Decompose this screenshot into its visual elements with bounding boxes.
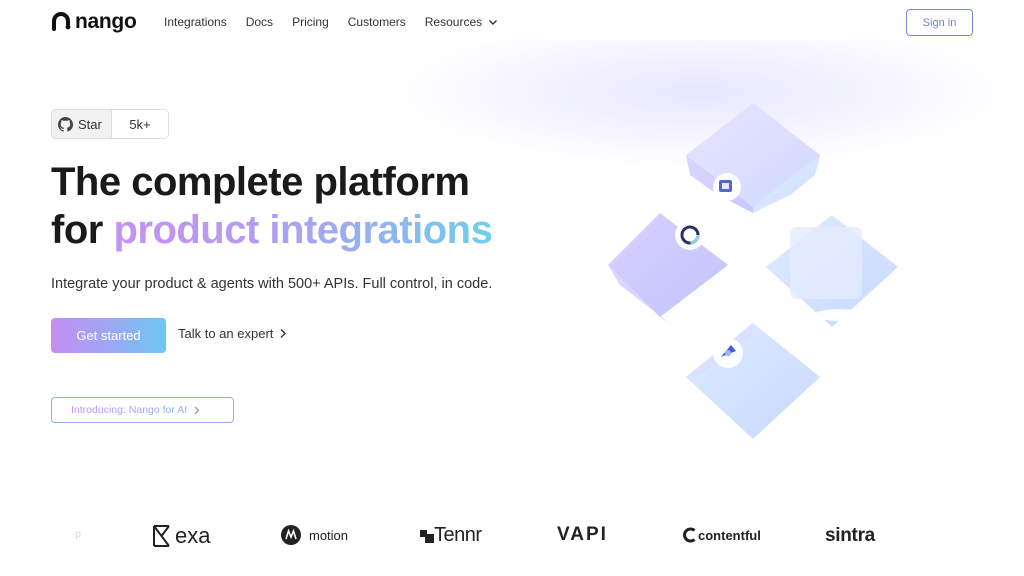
nav-integrations[interactable]: Integrations <box>164 15 227 29</box>
cube-top <box>686 103 820 213</box>
sign-in-button[interactable]: Sign in <box>906 9 973 36</box>
customer-logos: ·p exa motion Tennr VAPI contentful sint… <box>0 515 1024 559</box>
top-nav: nango Integrations Docs Pricing Customer… <box>0 0 1024 48</box>
contentful-mark-icon <box>683 527 696 543</box>
announcement-banner[interactable]: Introducing: Nango for AI <box>51 397 234 423</box>
tennr-wordmark: Tennr <box>434 524 482 546</box>
github-star-button[interactable]: Star 5k+ <box>51 109 169 139</box>
github-star-left: Star <box>52 110 111 138</box>
hero-title: The complete platform for product integr… <box>51 158 493 254</box>
motion-mark-icon <box>281 525 301 545</box>
integration-cubes-illustration <box>608 103 898 439</box>
tennr-mark-icon <box>420 529 434 543</box>
github-icon <box>58 116 73 132</box>
vapi-wordmark: VAPI <box>557 524 608 545</box>
exa-wordmark: exa <box>175 523 211 548</box>
star-label: Star <box>78 116 102 132</box>
talk-to-expert-link[interactable]: Talk to an expert <box>178 326 287 341</box>
main-menu: Integrations Docs Pricing Customers Reso… <box>164 15 517 29</box>
nav-resources-label: Resources <box>424 15 483 29</box>
nav-customers[interactable]: Customers <box>348 15 406 29</box>
chevron-down-icon <box>489 20 498 25</box>
logo-tennr: Tennr <box>420 524 482 547</box>
cube-right <box>766 215 898 327</box>
logo-contentful: contentful <box>682 527 761 543</box>
sintra-wordmark: sintra <box>825 525 875 546</box>
chevron-right-icon <box>280 329 287 338</box>
nango-logo-icon <box>52 12 71 31</box>
hero-subtitle: Integrate your product & agents with 500… <box>51 276 493 292</box>
talk-to-expert-label: Talk to an expert <box>178 326 274 341</box>
brand-name: nango <box>75 10 137 33</box>
chevron-right-icon <box>194 406 200 414</box>
hero-title-highlight: product integrations <box>113 208 493 252</box>
cube-bottom <box>686 323 820 439</box>
logo-sintra: sintra <box>825 525 875 547</box>
nango-logo[interactable]: nango <box>51 10 137 34</box>
exa-mark-icon <box>153 525 170 547</box>
logo-exa: exa <box>152 523 210 549</box>
motion-wordmark: motion <box>309 527 349 543</box>
logo-vapi: VAPI <box>557 524 608 546</box>
get-started-button[interactable]: Get started <box>51 318 166 353</box>
hero-title-line1: The complete platform <box>51 160 470 204</box>
faded-logo-mark: ·p <box>72 529 81 540</box>
nav-resources[interactable]: Resources <box>425 15 498 29</box>
logo-motion: motion <box>281 525 348 545</box>
nav-pricing[interactable]: Pricing <box>292 15 329 29</box>
cube-left <box>608 213 728 325</box>
faded-logo: ·p <box>72 529 81 540</box>
star-count: 5k+ <box>111 110 168 138</box>
nav-docs[interactable]: Docs <box>246 15 273 29</box>
contentful-wordmark: contentful <box>698 527 761 543</box>
announcement-text: Introducing: Nango for AI <box>71 404 188 416</box>
hero-title-line2-prefix: for <box>51 208 114 252</box>
